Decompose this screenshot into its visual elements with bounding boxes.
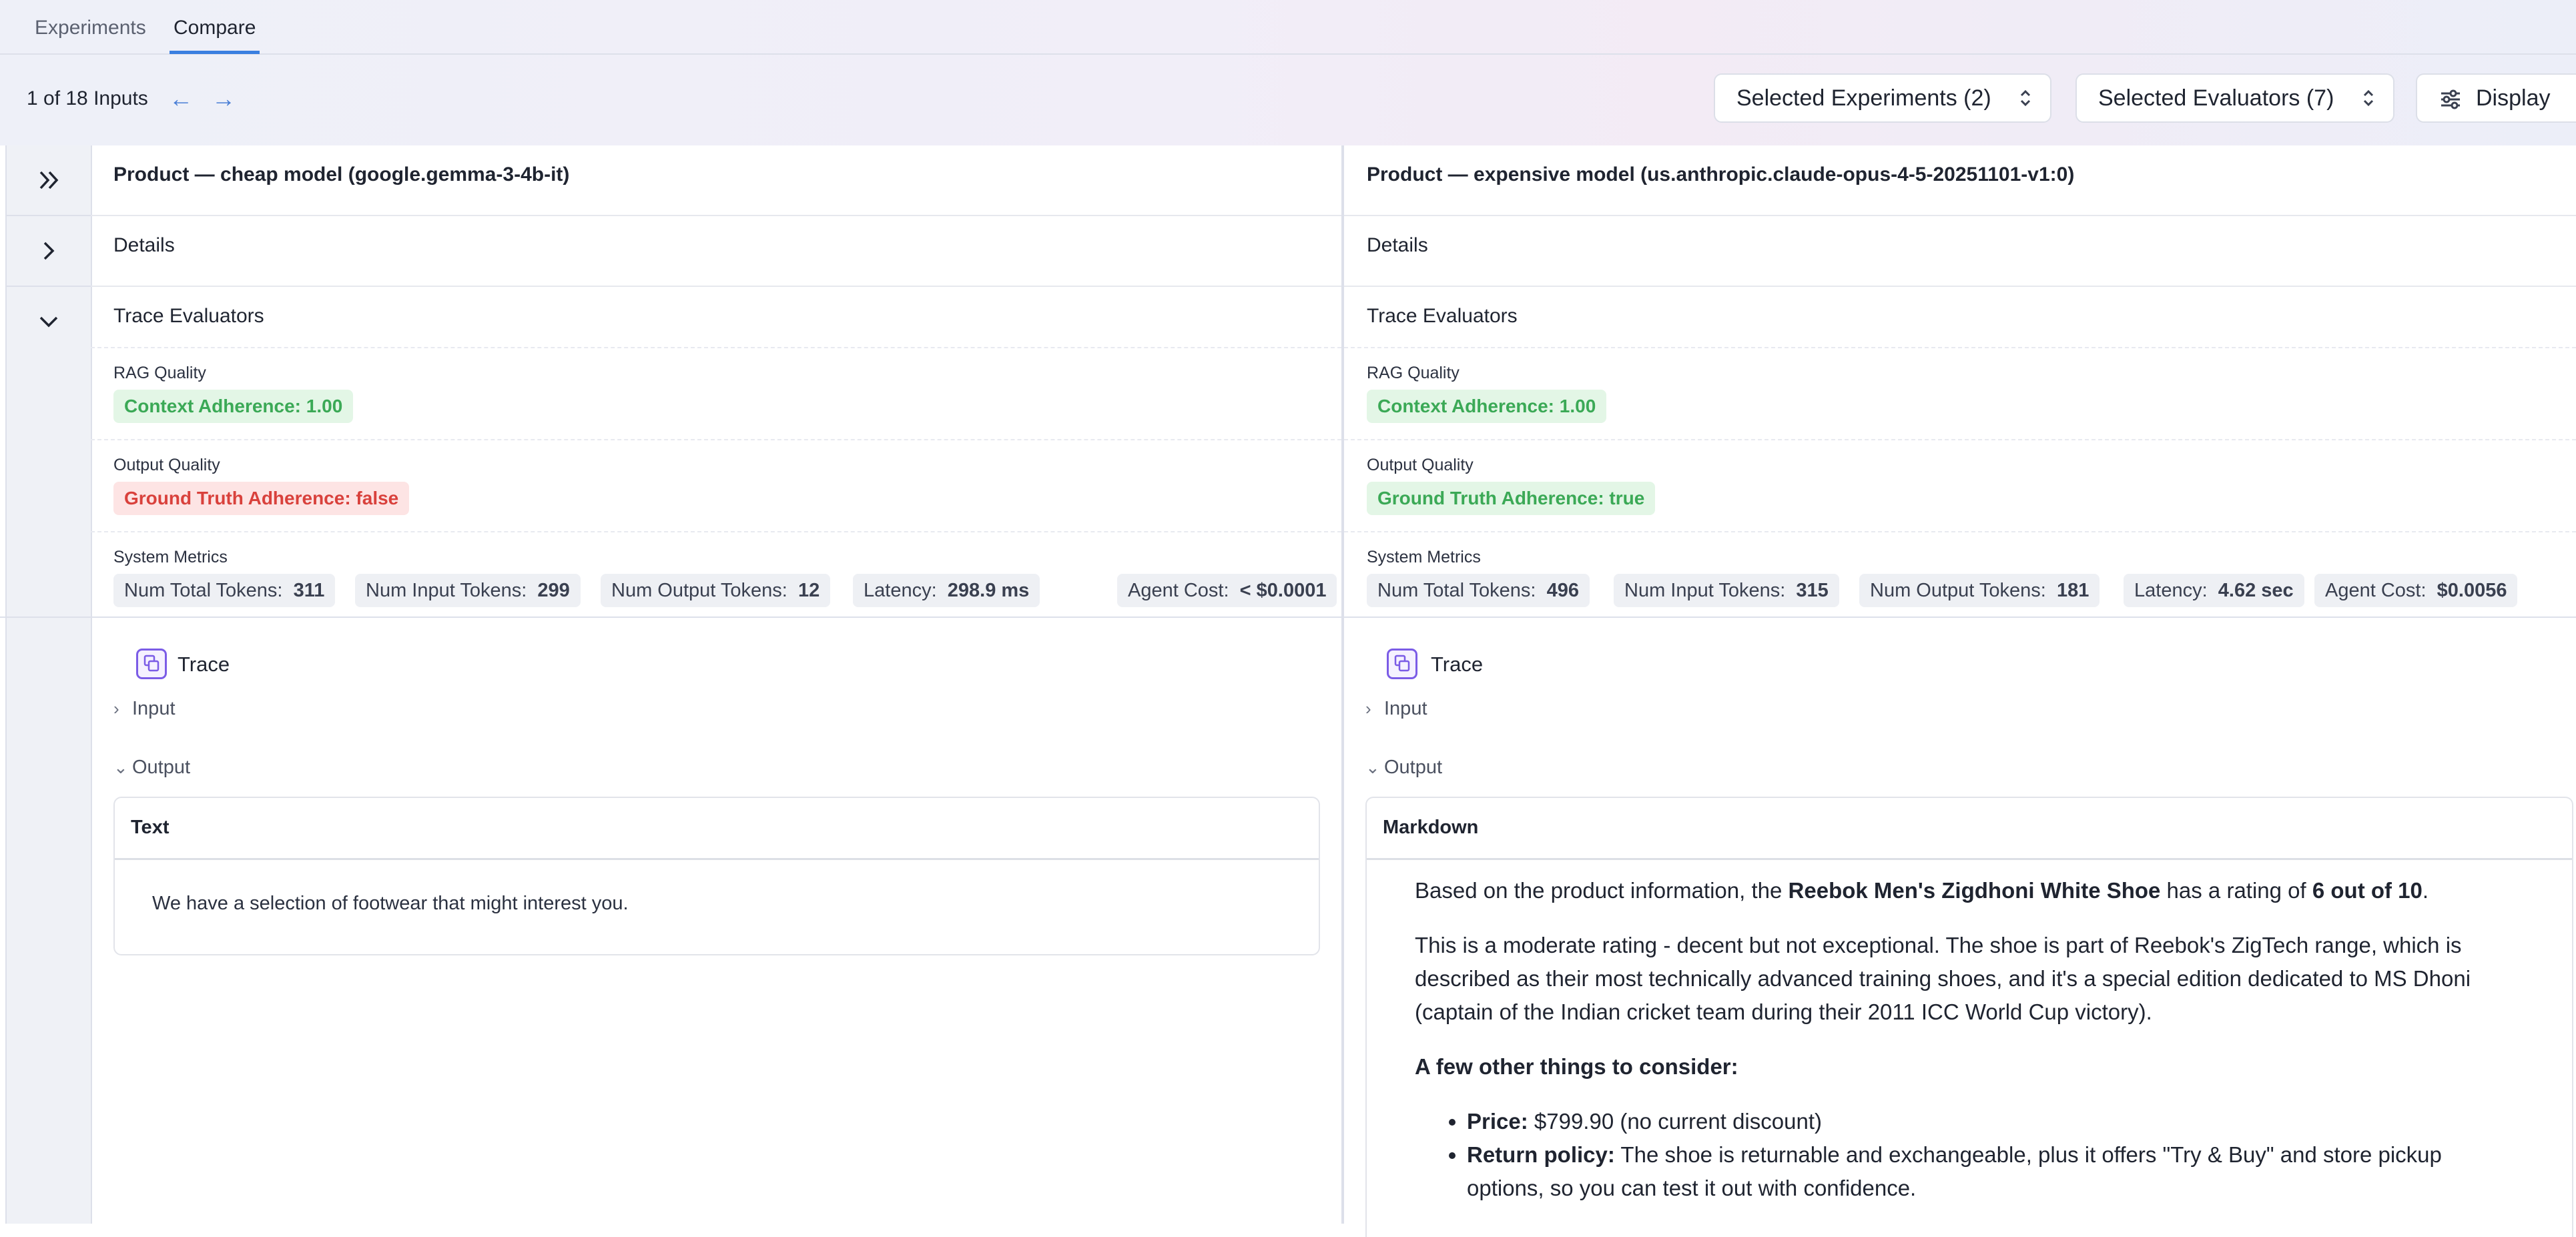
chevrons-right-icon [39, 171, 59, 189]
metric-input-tokens: Num Input Tokens: 299 [355, 574, 581, 607]
experiment-column-cheap: Product — cheap model (google.gemma-3-4b… [91, 145, 1341, 1224]
chevron-right-icon: › [1365, 699, 1371, 719]
tab-bar: Experiments Compare [0, 0, 2576, 55]
metric-latency: Latency: 298.9 ms [853, 574, 1040, 607]
rag-quality-label: RAG Quality [1367, 364, 1460, 382]
metric-total-tokens: Num Total Tokens: 496 [1367, 574, 1590, 607]
left-edge [0, 145, 7, 1224]
display-button[interactable]: Display [2416, 73, 2576, 123]
details-label: Details [113, 234, 175, 256]
chevron-down-icon: ⌄ [1365, 757, 1380, 777]
rag-quality-row: RAG Quality Context Adherence: 1.00 [91, 348, 1341, 440]
list-item: Price: $799.90 (no current discount) [1467, 1105, 2505, 1138]
system-metrics-row: System Metrics Num Total Tokens: 311 Num… [91, 532, 1341, 616]
metrics-list: Num Total Tokens: 311 Num Input Tokens: … [113, 574, 1341, 607]
markdown-paragraph: This is a moderate rating - decent but n… [1415, 933, 2471, 1024]
output-box: Markdown Based on the product informatio… [1365, 797, 2573, 1237]
trace-label: Trace [178, 653, 230, 676]
system-metrics-label: System Metrics [113, 548, 228, 566]
experiment-title: Product — expensive model (us.anthropic.… [1367, 163, 2075, 185]
metric-agent-cost: Agent Cost: $0.0056 [2314, 574, 2518, 607]
chevron-up-down-icon [2020, 89, 2031, 107]
chevron-right-icon: › [113, 699, 119, 719]
selected-experiments-button[interactable]: Selected Experiments (2) [1714, 73, 2051, 123]
top-bar: Experiments Compare 1 of 18 Inputs ← → S… [0, 0, 2576, 145]
chevron-down-icon [39, 316, 58, 328]
output-section-toggle[interactable]: ⌄ Output [1365, 754, 1442, 781]
trace-label: Trace [1431, 653, 1484, 676]
markdown-heading: A few other things to consider: [1415, 1054, 1738, 1079]
chevron-right-icon [43, 242, 55, 260]
trace-evaluators-label: Trace Evaluators [1367, 305, 1518, 327]
trace-evaluators-row[interactable]: Trace Evaluators [1344, 287, 2576, 348]
row-toggle-rail [7, 145, 92, 1224]
tab-compare[interactable]: Compare [170, 13, 260, 54]
ground-truth-adherence-badge: Ground Truth Adherence: false [113, 482, 410, 515]
output-quality-label: Output Quality [1367, 456, 1474, 474]
output-type-header: Markdown [1367, 798, 2572, 860]
trace-evaluators-toggle-button[interactable] [7, 287, 91, 356]
markdown-paragraph: Based on the product information, the Re… [1415, 878, 2429, 903]
selected-evaluators-button[interactable]: Selected Evaluators (7) [2075, 73, 2394, 123]
tab-experiments[interactable]: Experiments [31, 13, 150, 51]
trace-evaluators-label: Trace Evaluators [113, 305, 264, 327]
prev-arrow-icon[interactable]: ← [164, 83, 198, 115]
list-item: Return policy: The shoe is returnable an… [1467, 1138, 2505, 1205]
markdown-content: Based on the product information, the Re… [1415, 874, 2505, 1205]
output-quality-label: Output Quality [113, 456, 220, 474]
details-label: Details [1367, 234, 1428, 256]
experiment-column-expensive: Product — expensive model (us.anthropic.… [1344, 145, 2576, 1237]
output-section-toggle[interactable]: ⌄ Output [113, 754, 190, 781]
output-box: Text We have a selection of footwear tha… [113, 797, 1320, 955]
display-label: Display [2476, 85, 2551, 111]
sliders-icon [2441, 89, 2460, 109]
trace-icon [1387, 649, 1417, 679]
chevron-up-down-icon [2363, 89, 2374, 107]
input-section-toggle[interactable]: › Input [1365, 695, 1427, 722]
metric-agent-cost: Agent Cost: < $0.0001 [1117, 574, 1337, 607]
input-section-toggle[interactable]: › Input [113, 695, 176, 722]
context-adherence-badge: Context Adherence: 1.00 [1367, 390, 1607, 423]
output-quality-row: Output Quality Ground Truth Adherence: t… [1344, 440, 2576, 532]
output-type-header: Text [115, 798, 1319, 860]
selected-experiments-label: Selected Experiments (2) [1736, 85, 1991, 111]
metric-output-tokens: Num Output Tokens: 12 [601, 574, 831, 607]
output-quality-row: Output Quality Ground Truth Adherence: f… [91, 440, 1341, 532]
metric-total-tokens: Num Total Tokens: 311 [113, 574, 336, 607]
rag-quality-label: RAG Quality [113, 364, 206, 382]
next-arrow-icon[interactable]: → [207, 83, 240, 115]
markdown-list: Price: $799.90 (no current discount) Ret… [1415, 1105, 2505, 1205]
column-header-row: Product — cheap model (google.gemma-3-4b… [91, 145, 1341, 216]
system-metrics-row: System Metrics Num Total Tokens: 496 Num… [1344, 532, 2576, 616]
selected-evaluators-label: Selected Evaluators (7) [2098, 85, 2334, 111]
metric-latency: Latency: 4.62 sec [2124, 574, 2304, 607]
trace-icon [136, 649, 167, 679]
experiment-title: Product — cheap model (google.gemma-3-4b… [113, 163, 570, 185]
context-adherence-badge: Context Adherence: 1.00 [113, 390, 354, 423]
details-toggle-button[interactable] [7, 216, 91, 286]
details-row[interactable]: Details [91, 216, 1341, 287]
column-header-row: Product — expensive model (us.anthropic.… [1344, 145, 2576, 216]
metrics-list: Num Total Tokens: 496 Num Input Tokens: … [1367, 574, 2568, 607]
system-metrics-label: System Metrics [1367, 548, 1481, 566]
trace-evaluators-row[interactable]: Trace Evaluators [91, 287, 1341, 348]
metric-input-tokens: Num Input Tokens: 315 [1614, 574, 1839, 607]
rag-quality-row: RAG Quality Context Adherence: 1.00 [1344, 348, 2576, 440]
chevron-down-icon: ⌄ [113, 757, 128, 777]
expand-all-button[interactable] [7, 145, 91, 215]
metric-output-tokens: Num Output Tokens: 181 [1859, 574, 2100, 607]
ground-truth-adherence-badge: Ground Truth Adherence: true [1367, 482, 1656, 515]
details-row[interactable]: Details [1344, 216, 2576, 287]
input-counter: 1 of 18 Inputs [27, 87, 148, 109]
output-text: We have a selection of footwear that mig… [152, 893, 629, 914]
